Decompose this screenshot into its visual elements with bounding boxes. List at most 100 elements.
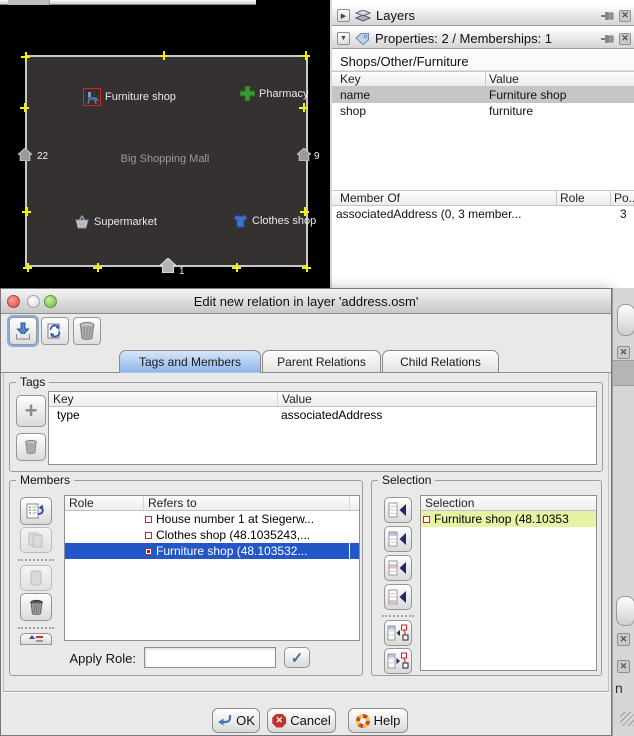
map-node[interactable]	[232, 263, 241, 272]
delete-relation-button[interactable]	[73, 317, 101, 345]
collapse-arrow-icon[interactable]: ▼	[337, 32, 350, 45]
add-selection-at-end-button[interactable]	[384, 584, 412, 610]
tab-tags-and-members[interactable]: Tags and Members	[119, 350, 261, 373]
toolbar-remnant-tab	[8, 0, 50, 5]
table-link-nodes-icon	[387, 652, 409, 670]
tab-parent-relations[interactable]: Parent Relations	[262, 350, 381, 373]
map-canvas[interactable]: Furniture shop Pharmacy Supermarket Clot…	[0, 0, 330, 290]
members-table[interactable]: Role Refers to House number 1 at Siegerw…	[64, 495, 360, 641]
house-entrance-icon[interactable]	[18, 148, 32, 161]
toolbar-remnant	[0, 0, 256, 5]
member-row[interactable]: Clothes shop (48.1035243,...	[65, 527, 359, 543]
tab-child-relations[interactable]: Child Relations	[382, 350, 499, 373]
house-entrance-icon[interactable]	[160, 258, 176, 273]
kv-row-shop[interactable]: shop furniture	[332, 103, 634, 119]
add-selection-at-start-button[interactable]	[384, 497, 412, 523]
trash-icon	[24, 439, 38, 455]
refresh-relation-button[interactable]	[41, 317, 69, 345]
background-scrollbar	[613, 360, 634, 386]
kv-header-value: Value	[489, 72, 519, 87]
add-tag-button[interactable]: +	[16, 395, 46, 427]
zoom-window-button[interactable]	[44, 295, 57, 308]
selection-row[interactable]: Furniture shop (48.10353	[421, 511, 596, 527]
kv-value: Furniture shop	[489, 87, 566, 103]
delete-tag-button[interactable]	[16, 433, 46, 461]
selection-table[interactable]: Selection Furniture shop (48.10353	[420, 495, 597, 671]
selection-item-label: Furniture shop (48.10353	[434, 511, 573, 527]
poi-clothes-shop[interactable]: Clothes shop	[233, 214, 316, 228]
close-icon[interactable]: ✕	[619, 10, 631, 22]
resize-grip[interactable]	[620, 712, 634, 726]
expand-arrow-icon[interactable]: ▶	[337, 9, 350, 22]
cancel-button-label: Cancel	[290, 713, 330, 728]
cancel-button[interactable]: ✕ Cancel	[267, 708, 336, 733]
members-group-label: Members	[16, 473, 74, 487]
help-button[interactable]: Help	[348, 708, 408, 733]
paste-member-button[interactable]	[20, 565, 52, 591]
close-icon[interactable]: ✕	[619, 33, 631, 45]
apply-role-input[interactable]	[144, 647, 276, 668]
layers-panel-title: Layers	[376, 8, 415, 23]
ok-button-label: OK	[236, 713, 255, 728]
basket-icon	[74, 215, 90, 229]
map-node[interactable]	[22, 207, 31, 216]
poi-supermarket[interactable]: Supermarket	[74, 215, 157, 229]
member-row[interactable]: House number 1 at Siegerw...	[65, 511, 359, 527]
add-selection-after-button[interactable]	[384, 555, 412, 581]
pin-icon[interactable]	[601, 11, 614, 21]
house-number: 22	[37, 151, 48, 162]
selection-header-label: Selection	[421, 496, 478, 510]
background-button	[616, 596, 634, 626]
tag-key: type	[49, 407, 277, 423]
map-node[interactable]	[21, 52, 30, 61]
map-node[interactable]	[299, 103, 308, 112]
house-entrance-icon[interactable]	[297, 148, 311, 161]
close-icon[interactable]: ✕	[617, 633, 630, 646]
member-of-row[interactable]: associatedAddress (0, 3 member... 3	[332, 206, 634, 222]
map-node[interactable]	[23, 263, 32, 272]
poi-furniture-shop[interactable]: Furniture shop	[83, 88, 176, 106]
select-members-from-selection-button[interactable]	[384, 620, 412, 646]
close-icon[interactable]: ✕	[617, 346, 630, 359]
sort-members-button[interactable]	[20, 633, 52, 645]
dialog-title: Edit new relation in layer 'address.osm'	[194, 294, 419, 309]
apply-role-confirm-button[interactable]: ✓	[284, 647, 310, 668]
tags-header-key: Key	[49, 392, 277, 406]
map-node[interactable]	[93, 263, 102, 272]
member-refers-to: House number 1 at Siegerw...	[156, 511, 359, 527]
ok-button[interactable]: OK	[212, 708, 260, 733]
table-arrow-left-icon	[388, 560, 408, 576]
close-icon[interactable]: ✕	[617, 660, 630, 673]
relation-editor-dialog: Edit new relation in layer 'address.osm'	[0, 288, 612, 736]
close-window-button[interactable]	[7, 295, 20, 308]
ok-arrow-icon	[217, 714, 232, 727]
chair-icon	[86, 91, 99, 104]
map-node[interactable]	[302, 263, 311, 272]
edit-member-button[interactable]	[20, 497, 52, 525]
map-node[interactable]	[301, 51, 310, 60]
list-edit-arrow-icon	[26, 503, 46, 520]
apply-changes-button[interactable]	[9, 317, 37, 345]
add-selection-before-button[interactable]	[384, 526, 412, 552]
map-node[interactable]	[20, 103, 29, 112]
tags-table[interactable]: Key Value type associatedAddress	[48, 391, 597, 465]
background-button	[617, 304, 634, 336]
selected-object-box	[83, 88, 101, 106]
tags-table-header: Key Value	[49, 392, 596, 407]
select-selection-from-members-button[interactable]	[384, 648, 412, 674]
screen: Furniture shop Pharmacy Supermarket Clot…	[0, 0, 634, 736]
minimize-window-button[interactable]	[27, 295, 40, 308]
poi-pharmacy[interactable]: Pharmacy	[240, 86, 309, 101]
kv-row-name[interactable]: name Furniture shop	[332, 87, 634, 103]
copy-member-button[interactable]	[20, 527, 52, 553]
member-row-selected[interactable]: Furniture shop (48.103532...	[65, 543, 359, 559]
tag-row[interactable]: type associatedAddress	[49, 407, 596, 423]
preset-link[interactable]: Shops/Other/Furniture	[332, 52, 634, 71]
dialog-titlebar[interactable]: Edit new relation in layer 'address.osm'	[1, 289, 611, 314]
pin-icon[interactable]	[601, 34, 614, 44]
members-header-role: Role	[65, 496, 143, 510]
kv-key: shop	[340, 103, 366, 119]
map-node[interactable]	[159, 51, 168, 60]
member-of-header-role: Role	[560, 191, 585, 206]
remove-member-button[interactable]	[20, 593, 52, 621]
